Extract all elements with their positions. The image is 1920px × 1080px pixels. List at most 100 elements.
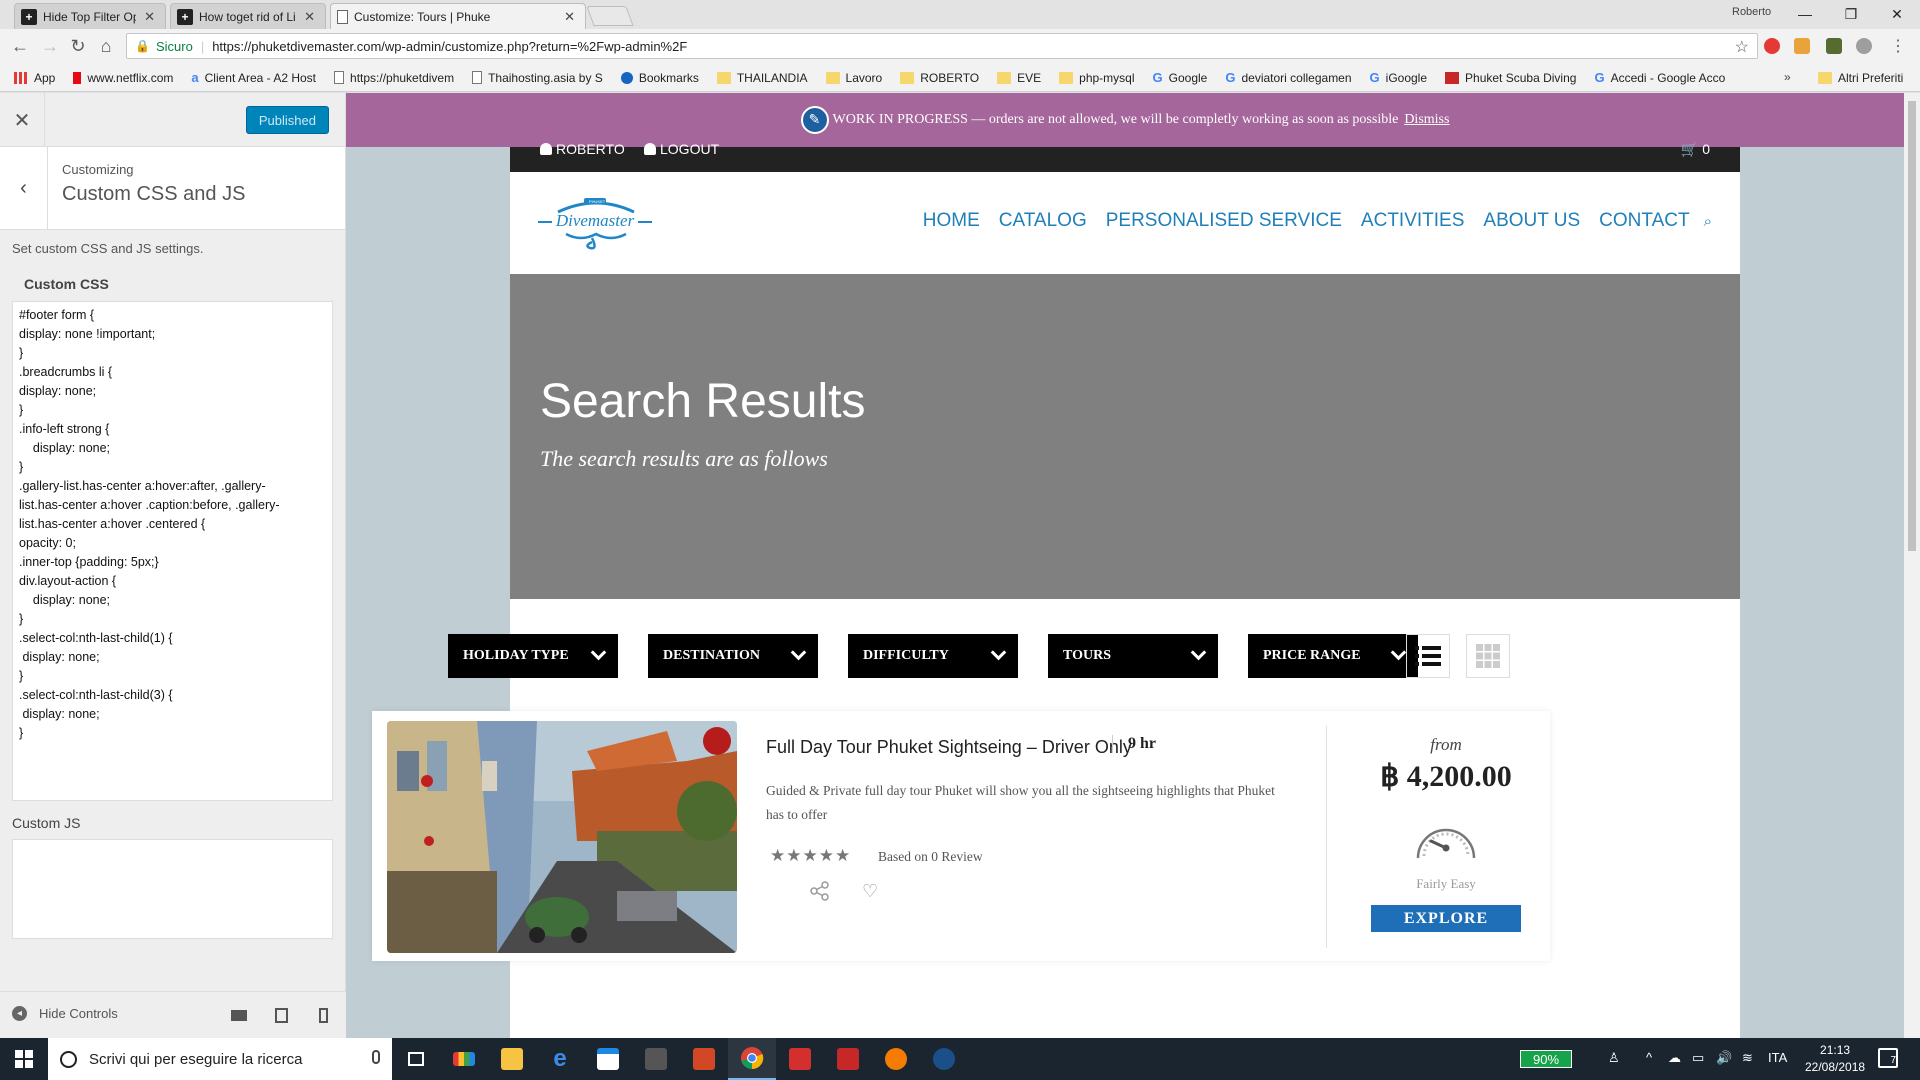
extension-icon[interactable]: [1856, 38, 1872, 54]
account-link[interactable]: ROBERTO: [540, 141, 625, 157]
nav-activities[interactable]: ACTIVITIES: [1361, 210, 1464, 232]
filter-destination[interactable]: DESTINATION: [648, 634, 818, 678]
heart-icon[interactable]: ♡: [862, 881, 878, 902]
edge-icon[interactable]: e: [536, 1038, 584, 1080]
filter-tours[interactable]: TOURS: [1048, 634, 1218, 678]
bookmark-item[interactable]: www.netflix.com: [73, 71, 173, 85]
forward-arrow-icon[interactable]: →: [38, 34, 62, 58]
bookmark-folder[interactable]: Lavoro: [825, 71, 882, 85]
battery-indicator[interactable]: 90%: [1520, 1050, 1572, 1068]
chrome-icon[interactable]: [728, 1038, 776, 1080]
home-icon[interactable]: ⌂: [94, 34, 118, 58]
microphone-icon[interactable]: [372, 1050, 380, 1064]
nav-about-us[interactable]: ABOUT US: [1483, 210, 1580, 232]
extension-icon[interactable]: [1826, 38, 1842, 54]
task-view-icon[interactable]: [392, 1038, 440, 1080]
onedrive-icon[interactable]: ☁: [1668, 1050, 1681, 1066]
url-text[interactable]: https://phuketdivemaster.com/wp-admin/cu…: [212, 39, 687, 54]
close-tab-icon[interactable]: ✕: [144, 9, 155, 25]
tablet-preview-icon[interactable]: [270, 1004, 292, 1026]
windows-start-icon[interactable]: [0, 1038, 48, 1080]
bookmark-folder[interactable]: php-mysql: [1059, 71, 1135, 85]
filter-holiday-type[interactable]: HOLIDAY TYPE: [448, 634, 618, 678]
bookmark-item[interactable]: G Google: [1153, 70, 1208, 85]
logout-link[interactable]: LOGOUT: [644, 141, 719, 157]
browser-tab-active[interactable]: Customize: Tours | Phuke ✕: [330, 3, 586, 29]
bookmark-item[interactable]: GiGoogle: [1370, 70, 1428, 85]
bookmark-item[interactable]: Thaihosting.asia by S: [472, 71, 603, 85]
network-icon[interactable]: ▭: [1692, 1050, 1704, 1066]
restore-icon[interactable]: ❐: [1828, 3, 1874, 25]
back-arrow-icon[interactable]: ←: [8, 34, 32, 58]
filter-difficulty[interactable]: DIFFICULTY: [848, 634, 1018, 678]
search-icon[interactable]: ⌕: [1704, 213, 1712, 230]
menu-kebab-icon[interactable]: ⋮: [1886, 34, 1910, 58]
extension-icon[interactable]: [1794, 38, 1810, 54]
bookmark-folder[interactable]: ROBERTO: [900, 71, 979, 85]
app-icon-bars[interactable]: [440, 1038, 488, 1080]
browser-profile-name[interactable]: Roberto: [1732, 6, 1771, 18]
minimize-icon[interactable]: —: [1782, 3, 1828, 25]
close-icon[interactable]: ✕: [0, 93, 45, 147]
reload-icon[interactable]: ↻: [66, 34, 90, 58]
custom-js-textarea[interactable]: [12, 839, 333, 939]
cart-link[interactable]: 🛒 0: [1681, 141, 1710, 158]
bookmark-folder[interactable]: EVE: [997, 71, 1041, 85]
tour-title-link[interactable]: Full Day Tour Phuket Sightseing – Driver…: [766, 737, 1132, 758]
other-bookmarks-folder[interactable]: Altri Preferiti: [1818, 64, 1903, 92]
app-icon-red[interactable]: [776, 1038, 824, 1080]
bookmark-item[interactable]: https://phuketdivem: [334, 71, 454, 85]
bookmark-star-icon[interactable]: ☆: [1735, 37, 1749, 57]
nav-personalised-service[interactable]: PERSONALISED SERVICE: [1106, 210, 1342, 232]
new-tab-button[interactable]: [586, 6, 634, 26]
file-explorer-icon[interactable]: [488, 1038, 536, 1080]
tour-thumbnail-image[interactable]: [387, 721, 737, 953]
bookmarks-overflow-button[interactable]: »: [1784, 70, 1791, 84]
people-icon[interactable]: ♙: [1608, 1050, 1620, 1066]
explore-button[interactable]: EXPLORE: [1371, 905, 1521, 932]
close-tab-icon[interactable]: ✕: [304, 9, 315, 25]
scrollbar-thumb[interactable]: [1908, 101, 1916, 551]
wifi-icon[interactable]: ≋: [1742, 1050, 1753, 1066]
custom-css-textarea[interactable]: #footer form { display: none !important;…: [12, 301, 333, 801]
bookmark-item[interactable]: Gdeviatori collegamen: [1225, 70, 1351, 85]
mobile-preview-icon[interactable]: [312, 1004, 334, 1026]
nav-home[interactable]: HOME: [923, 210, 980, 232]
nav-catalog[interactable]: CATALOG: [999, 210, 1087, 232]
share-icon[interactable]: [810, 881, 830, 901]
bookmark-item[interactable]: Bookmarks: [620, 71, 699, 85]
steam-icon[interactable]: [920, 1038, 968, 1080]
bookmark-item[interactable]: App: [14, 71, 55, 85]
preview-scrollbar[interactable]: [1904, 93, 1920, 1038]
address-bar[interactable]: 🔒 Sicuro | https://phuketdivemaster.com/…: [126, 33, 1758, 59]
list-view-button[interactable]: [1406, 634, 1450, 678]
desktop-preview-icon[interactable]: [228, 1004, 250, 1026]
store-icon[interactable]: [584, 1038, 632, 1080]
browser-tab[interactable]: + Hide Top Filter Options fr ✕: [14, 3, 166, 29]
video-editor-icon[interactable]: [632, 1038, 680, 1080]
bookmark-item[interactable]: a Client Area - A2 Host: [191, 70, 316, 85]
bookmark-folder[interactable]: THAILANDIA: [716, 71, 808, 85]
taskbar-clock[interactable]: 21:13 22/08/2018: [1805, 1042, 1865, 1076]
close-window-icon[interactable]: ✕: [1874, 3, 1920, 25]
bookmark-app-icon[interactable]: [824, 1038, 872, 1080]
publish-button[interactable]: Published: [245, 106, 329, 134]
grid-view-button[interactable]: [1466, 634, 1510, 678]
taskbar-search-box[interactable]: Scrivi qui per eseguire la ricerca: [48, 1038, 392, 1080]
back-chevron-icon[interactable]: ‹: [0, 147, 48, 230]
opera-extension-icon[interactable]: [1764, 38, 1780, 54]
bookmark-item[interactable]: Phuket Scuba Diving: [1445, 71, 1576, 85]
volume-icon[interactable]: 🔊: [1716, 1050, 1732, 1066]
filter-price-range[interactable]: PRICE RANGE: [1248, 634, 1418, 678]
bookmark-item[interactable]: G Accedi - Google Acco: [1594, 70, 1725, 85]
dismiss-link[interactable]: Dismiss: [1404, 112, 1449, 128]
hide-controls-button[interactable]: ◂ Hide Controls: [12, 1006, 118, 1021]
divemaster-logo[interactable]: PHUKET Divemaster: [536, 192, 654, 250]
nav-contact[interactable]: CONTACT: [1599, 210, 1689, 232]
powerpoint-icon[interactable]: [680, 1038, 728, 1080]
close-tab-icon[interactable]: ✕: [564, 9, 575, 25]
language-indicator[interactable]: ITA: [1768, 1050, 1787, 1065]
chevron-up-icon[interactable]: ^: [1646, 1050, 1652, 1065]
location-app-icon[interactable]: [872, 1038, 920, 1080]
notifications-icon[interactable]: 7: [1878, 1048, 1898, 1068]
